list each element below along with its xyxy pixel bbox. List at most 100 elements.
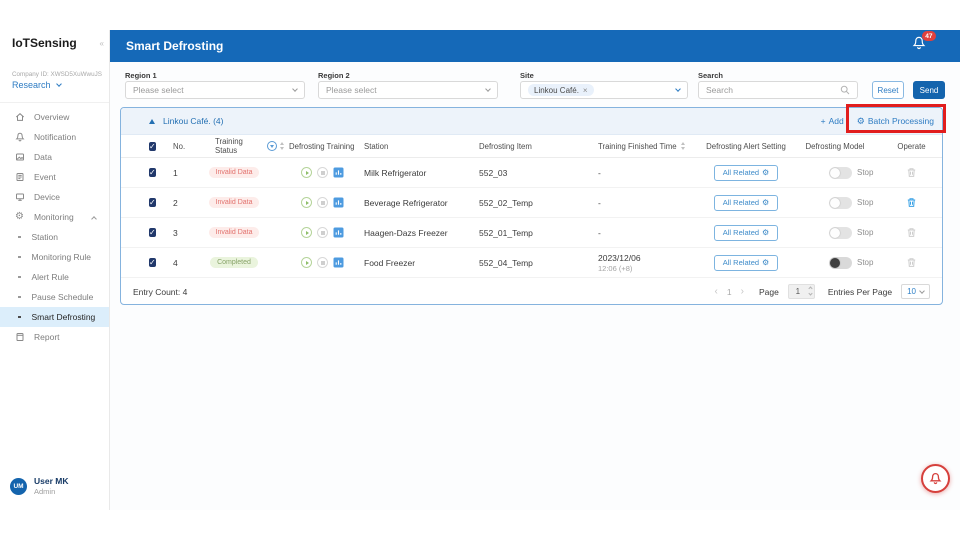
sort-icon[interactable]: [280, 142, 284, 150]
start-training-icon[interactable]: [301, 227, 312, 238]
station-cell: Food Freezer: [357, 258, 471, 268]
station-cell: Milk Refrigerator: [357, 168, 471, 178]
check-icon: ✓: [149, 228, 156, 237]
sidebar-item-device[interactable]: Device: [0, 187, 109, 207]
delete-icon[interactable]: [906, 257, 917, 268]
batch-processing-button[interactable]: ⚙ Batch Processing: [857, 116, 934, 127]
next-page-icon[interactable]: ›: [741, 286, 744, 297]
training-report-icon[interactable]: [333, 167, 344, 178]
group-actions: + Add ⚙ Batch Processing: [821, 116, 934, 127]
user-role: Admin: [34, 487, 68, 496]
sidebar-item-notification[interactable]: Notification: [0, 127, 109, 147]
delete-icon[interactable]: [906, 227, 917, 238]
site-select[interactable]: Linkou Café. ×: [520, 81, 688, 99]
bell-icon: [14, 132, 25, 142]
training-report-icon[interactable]: [333, 227, 344, 238]
chip-close-icon[interactable]: ×: [583, 86, 588, 95]
sidebar-item-label: Monitoring Rule: [32, 252, 92, 262]
column-status-controls: [267, 141, 287, 151]
row-checkbox[interactable]: ✓: [149, 198, 156, 207]
row-no: 2: [163, 198, 201, 208]
sidebar-item-overview[interactable]: Overview: [0, 107, 109, 127]
send-button[interactable]: Send: [913, 81, 945, 99]
column-station: Station: [357, 142, 471, 151]
training-report-icon[interactable]: [333, 257, 344, 268]
sidebar-item-label: Alert Rule: [32, 272, 69, 282]
chevron-down-icon: [919, 288, 925, 294]
all-related-button[interactable]: All Related⚙: [714, 195, 778, 211]
toggle-label: Stop: [857, 258, 873, 267]
all-related-button[interactable]: All Related⚙: [714, 225, 778, 241]
sidebar-item-label: Data: [34, 152, 52, 162]
report-icon: [14, 332, 25, 342]
status-badge: Invalid Data: [209, 167, 260, 178]
table-row: ✓ 2 Invalid Data Beverage Refrigerator 5…: [121, 188, 942, 218]
delete-icon[interactable]: [906, 197, 917, 208]
column-operate: Operate: [879, 142, 944, 151]
model-toggle[interactable]: [829, 257, 852, 269]
column-training-status: Training Status: [201, 137, 267, 156]
training-report-icon[interactable]: [333, 197, 344, 208]
sidebar-item-alert-rule[interactable]: Alert Rule: [0, 267, 109, 287]
sidebar-item-smart-defrosting[interactable]: Smart Defrosting: [0, 307, 109, 327]
prev-page-icon[interactable]: ‹: [715, 286, 718, 297]
model-toggle[interactable]: [829, 227, 852, 239]
column-defrosting-item: Defrosting Item: [471, 142, 589, 151]
page-input-wrap: [788, 284, 815, 299]
filter-icon[interactable]: [267, 141, 277, 151]
search-input[interactable]: [706, 85, 850, 95]
select-all-checkbox[interactable]: ✓: [149, 142, 156, 151]
sidebar-item-event[interactable]: Event: [0, 167, 109, 187]
all-related-button[interactable]: All Related⚙: [714, 165, 778, 181]
alarm-fab-button[interactable]: [921, 464, 950, 493]
table-footer: Entry Count: 4 ‹ 1 › Page Entries Per Pa…: [121, 278, 942, 305]
device-icon: [14, 192, 25, 202]
sidebar-item-label: Device: [34, 192, 60, 202]
row-no: 1: [163, 168, 201, 178]
company-id: Company ID: XWSD5XuWwuJS: [12, 71, 102, 78]
add-button[interactable]: + Add: [821, 116, 844, 126]
divider: [0, 102, 109, 103]
sidebar-item-report[interactable]: Report: [0, 327, 109, 347]
collapse-triangle-icon[interactable]: [149, 119, 155, 124]
stop-training-icon[interactable]: [317, 257, 328, 268]
sort-icon[interactable]: [681, 142, 685, 150]
table-header-row: ✓ No. Training Status Defrosting Trainin…: [121, 135, 942, 158]
sidebar-item-monitoring[interactable]: ⚙ Monitoring: [0, 207, 109, 227]
all-related-button[interactable]: All Related⚙: [714, 255, 778, 271]
reset-button[interactable]: Reset: [872, 81, 904, 99]
sidebar-item-data[interactable]: Data: [0, 147, 109, 167]
row-checkbox[interactable]: ✓: [149, 258, 156, 267]
stop-training-icon[interactable]: [317, 197, 328, 208]
notification-bell-button[interactable]: 47: [912, 36, 926, 56]
chevron-down-icon: [675, 86, 681, 92]
start-training-icon[interactable]: [301, 197, 312, 208]
chevron-down-icon: [56, 81, 62, 87]
page-label: Page: [759, 287, 779, 297]
start-training-icon[interactable]: [301, 167, 312, 178]
stop-training-icon[interactable]: [317, 167, 328, 178]
sidebar-item-station[interactable]: Station: [0, 227, 109, 247]
entries-per-page-select[interactable]: 10: [901, 284, 930, 299]
sidebar-collapse-icon[interactable]: «: [100, 39, 104, 48]
stop-training-icon[interactable]: [317, 227, 328, 238]
region2-select[interactable]: Please select: [318, 81, 498, 99]
sidebar-item-label: Event: [34, 172, 56, 182]
entries-per-page-value: 10: [907, 287, 916, 296]
start-training-icon[interactable]: [301, 257, 312, 268]
model-toggle[interactable]: [829, 167, 852, 179]
sidebar-item-pause-schedule[interactable]: Pause Schedule: [0, 287, 109, 307]
model-toggle[interactable]: [829, 197, 852, 209]
row-checkbox[interactable]: ✓: [149, 228, 156, 237]
user-profile[interactable]: UM User MK Admin: [10, 476, 68, 496]
row-checkbox[interactable]: ✓: [149, 168, 156, 177]
delete-icon[interactable]: [906, 167, 917, 178]
workspace-dropdown[interactable]: Research: [12, 80, 61, 90]
user-info: User MK Admin: [34, 476, 68, 496]
user-name: User MK: [34, 476, 68, 486]
page-number[interactable]: 1: [727, 287, 732, 297]
group-header: Linkou Café. (4) + Add ⚙ Batch Processin…: [121, 108, 942, 135]
sidebar-item-monitoring-rule[interactable]: Monitoring Rule: [0, 247, 109, 267]
spinner-icons[interactable]: [809, 287, 812, 295]
region1-select[interactable]: Please select: [125, 81, 305, 99]
